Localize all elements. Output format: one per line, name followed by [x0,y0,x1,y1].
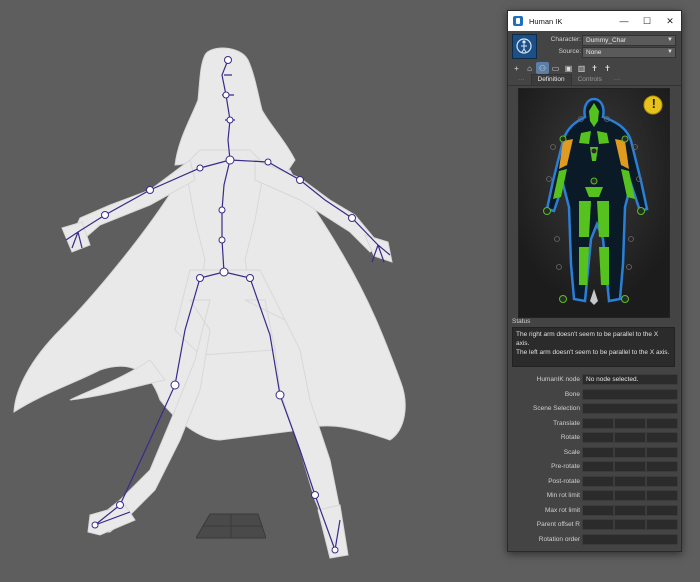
bone-label: Bone [564,390,580,398]
properties-table: HumanIK node No node selected. Bone Scen… [508,373,681,547]
pre-rotate-y-field[interactable] [614,461,646,472]
source-dropdown[interactable]: None ▼ [582,47,676,58]
scale-x-field[interactable] [582,446,614,458]
translate-z-field[interactable] [646,417,678,429]
tab-overflow-right[interactable]: ··· [608,75,627,85]
rotate-row: Rotate [508,431,681,446]
pre-rotate-x-field[interactable] [582,461,614,472]
minimize-button[interactable]: — [613,11,635,31]
pre-rotate-label: Pre-rotate [551,463,580,470]
title-bar[interactable]: Human IK — ☐ ✕ [508,11,681,31]
warning-mark: ! [651,96,656,111]
rotate-z-field[interactable] [646,432,678,443]
folder-icon[interactable]: ▭ [549,62,562,74]
source-value: None [586,49,602,56]
parent-offset-row: Parent offset R [508,518,681,533]
rotate-y-field[interactable] [614,432,646,443]
min-rot-limit-z-field[interactable] [646,490,678,501]
maximize-button[interactable]: ☐ [636,11,658,31]
window-title: Human IK [529,16,563,26]
post-rotate-row: Post-rotate [508,475,681,490]
rotate-label: Rotate [560,434,580,441]
pose-icon[interactable]: ✝ [601,62,614,74]
humanik-node-value[interactable]: No node selected. [582,374,678,385]
max-rot-limit-z-field[interactable] [646,504,678,516]
add-icon[interactable]: + [510,62,523,74]
post-rotate-x-field[interactable] [582,475,614,487]
save-icon[interactable]: ▣ [562,62,575,74]
max-rot-limit-x-field[interactable] [582,504,614,516]
scale-z-field[interactable] [646,446,678,458]
translate-y-field[interactable] [614,417,646,429]
character-definition-figure[interactable]: ! [518,88,670,318]
lock-icon[interactable]: ⌂ [523,62,536,74]
min-rot-limit-y-field[interactable] [614,490,646,501]
character-icon[interactable]: ✝ [588,62,601,74]
rotation-order-field[interactable] [582,533,678,545]
definition-icon[interactable]: ⚇ [536,62,549,74]
character-label: Character: [550,36,581,43]
parent-offset-z-field[interactable] [646,519,678,530]
scene-selection-label: Scene Selection [533,405,580,412]
human-ik-window[interactable]: Human IK — ☐ ✕ Character: Dummy_Char ▼ S… [507,10,682,552]
status-line-left-arm: The left arm doesn't seem to be parallel… [516,349,670,356]
pre-rotate-z-field[interactable] [646,461,678,472]
max-rot-limit-row: Max rot limit [508,504,681,519]
min-rot-limit-label: Min rot limit [546,492,580,499]
min-rot-limit-row: Min rot limit [508,489,681,504]
post-rotate-y-field[interactable] [614,475,646,487]
source-label: Source: [558,48,581,55]
status-line-right-arm: The right arm doesn't seem to be paralle… [516,331,659,347]
character-selection: Character: Dummy_Char ▼ Source: None ▼ [508,31,681,61]
character-value: Dummy_Char [586,37,627,44]
status-message-box: The right arm doesn't seem to be paralle… [512,327,675,367]
rotation-order-label: Rotation order [538,535,580,543]
parent-offset-label: Parent offset R [536,521,580,528]
scene-selection-row: Scene Selection [508,402,681,417]
parent-offset-y-field[interactable] [614,519,646,530]
max-rot-limit-y-field[interactable] [614,504,646,516]
chevron-down-icon: ▼ [667,37,673,43]
pre-rotate-row: Pre-rotate [508,460,681,475]
humanik-node-row: HumanIK node No node selected. [508,373,681,388]
character-dropdown[interactable]: Dummy_Char ▼ [582,35,676,46]
rotate-x-field[interactable] [582,432,614,443]
tab-definition[interactable]: Definition [530,74,572,85]
humanik-node-label: HumanIK node [536,376,580,383]
post-rotate-z-field[interactable] [646,475,678,487]
max-rot-limit-label: Max rot limit [544,506,580,514]
status-label: Status [512,318,531,325]
chevron-down-icon: ▼ [667,49,673,55]
tab-controls[interactable]: Controls [572,75,608,85]
post-rotate-label: Post-rotate [548,477,580,485]
close-button[interactable]: ✕ [659,11,681,31]
bone-row: Bone [508,388,681,403]
character-model[interactable] [0,0,500,582]
translate-row: Translate [508,417,681,432]
humanik-logo-icon [512,34,537,59]
toolbar: + ⌂ ⚇ ▭ ▣ ▥ ✝ ✝ [508,61,681,75]
tab-bar: ··· Definition Controls ··· [508,74,681,86]
bone-field[interactable] [582,388,678,400]
min-rot-limit-x-field[interactable] [582,490,614,501]
scale-row: Scale [508,446,681,461]
human-ik-app-icon [513,16,523,26]
scale-label: Scale [563,448,580,456]
tab-overflow-left[interactable]: ··· [512,75,531,85]
parent-offset-x-field[interactable] [582,519,614,530]
translate-x-field[interactable] [582,417,614,429]
scene-selection-field[interactable] [582,403,678,414]
delete-icon[interactable]: ▥ [575,62,588,74]
scale-y-field[interactable] [614,446,646,458]
rotation-order-row: Rotation order [508,533,681,548]
translate-label: Translate [553,419,580,427]
